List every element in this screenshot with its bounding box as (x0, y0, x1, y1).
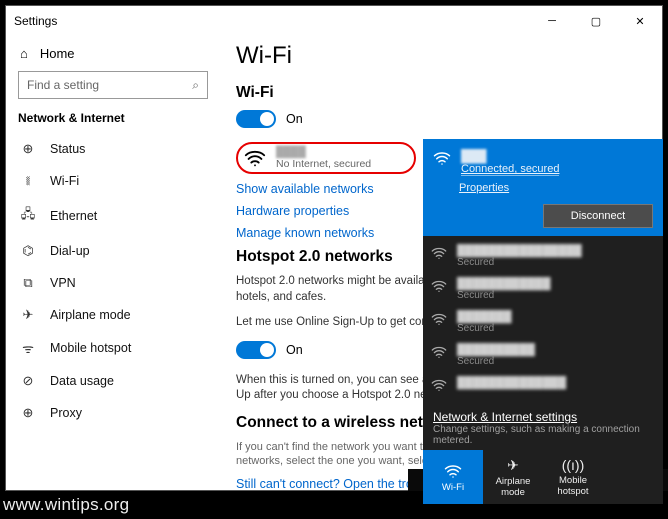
home-label: Home (40, 46, 75, 61)
network-name: ███████ (457, 311, 512, 323)
maximize-button[interactable]: ▢ (574, 6, 618, 36)
flyout-status: Connected, secured (461, 163, 559, 176)
flyout-settings-sub: Change settings, such as making a connec… (433, 424, 653, 446)
wifi-toggle[interactable] (236, 110, 276, 128)
current-ssid: ████ (276, 146, 371, 158)
sidebar-home[interactable]: ⌂ Home (18, 40, 208, 71)
nav-icon: ⧉ (20, 275, 36, 291)
network-name: ██████████ (457, 344, 535, 356)
watermark: www.wintips.org (3, 495, 129, 515)
hotspot-toggle[interactable] (236, 341, 276, 359)
wifi-icon (431, 278, 447, 294)
search-input[interactable]: Find a setting ⌕ (18, 71, 208, 99)
airplane-icon: ✈ (507, 457, 519, 474)
home-icon: ⌂ (20, 46, 28, 61)
nav-label: Airplane mode (50, 308, 131, 322)
flyout-tiles: Wi-Fi ✈ Airplane mode ((ı)) Mobile hotsp… (423, 450, 663, 504)
tile-label: Wi-Fi (442, 482, 464, 493)
wifi-icon (244, 147, 266, 169)
network-security: Secured (457, 257, 582, 268)
flyout-network-item[interactable]: ██████████████ (429, 372, 657, 398)
search-icon: ⌕ (192, 78, 199, 93)
wifi-icon (433, 149, 451, 167)
tile-hotspot[interactable]: ((ı)) Mobile hotspot (543, 450, 603, 504)
flyout-connected[interactable]: ███ Connected, secured Properties Discon… (423, 139, 663, 236)
tile-label: Airplane mode (483, 476, 543, 498)
tile-empty (603, 450, 663, 504)
sidebar-item-airplane-mode[interactable]: ✈ Airplane mode (18, 299, 208, 331)
sidebar-section-title: Network & Internet (18, 111, 208, 125)
flyout-settings-link[interactable]: Network & Internet settings Change setti… (423, 404, 663, 450)
sidebar-item-proxy[interactable]: ⊕ Proxy (18, 397, 208, 429)
sidebar-item-status[interactable]: ⊕ Status (18, 133, 208, 165)
nav-label: Status (50, 142, 85, 156)
nav-icon: ⧛ (20, 173, 36, 189)
network-name: ████████████ (457, 278, 551, 290)
nav-icon: 🖧 (20, 205, 36, 227)
flyout-network-item[interactable]: ███████Secured (429, 306, 657, 339)
nav-label: Dial-up (50, 244, 90, 258)
nav-label: Data usage (50, 374, 114, 388)
wifi-icon (431, 245, 447, 261)
network-security: Secured (457, 323, 512, 334)
flyout-network-item[interactable]: ██████████Secured (429, 339, 657, 372)
sidebar-item-ethernet[interactable]: 🖧 Ethernet (18, 197, 208, 235)
search-placeholder: Find a setting (27, 78, 99, 92)
current-status: No Internet, secured (276, 158, 371, 170)
network-security: Secured (457, 290, 551, 301)
wifi-heading: Wi-Fi (236, 84, 638, 102)
wifi-toggle-row: On (236, 110, 638, 128)
page-title: Wi-Fi (236, 42, 638, 70)
nav-icon: ᯤ (20, 339, 36, 357)
nav-label: Mobile hotspot (50, 341, 131, 355)
network-security: Secured (457, 356, 535, 367)
flyout-network-list: ████████████████Secured████████████Secur… (423, 236, 663, 404)
nav-label: Ethernet (50, 209, 97, 223)
titlebar: Settings ─ ▢ ✕ (6, 6, 662, 36)
network-flyout: ███ Connected, secured Properties Discon… (423, 139, 663, 504)
nav-icon: ⌬ (20, 243, 36, 259)
nav-label: Wi-Fi (50, 174, 79, 188)
flyout-network-item[interactable]: ████████████████Secured (429, 240, 657, 273)
wifi-toggle-label: On (286, 112, 303, 126)
flyout-settings-title: Network & Internet settings (433, 410, 653, 424)
tile-wifi[interactable]: Wi-Fi (423, 450, 483, 504)
window-title: Settings (14, 14, 530, 28)
sidebar-item-dial-up[interactable]: ⌬ Dial-up (18, 235, 208, 267)
sidebar: ⌂ Home Find a setting ⌕ Network & Intern… (6, 36, 216, 490)
hotspot-toggle-label: On (286, 343, 303, 357)
tile-label: Mobile hotspot (543, 475, 603, 497)
settings-window: Settings ─ ▢ ✕ ⌂ Home Find a setting ⌕ N… (5, 5, 663, 491)
wifi-icon (431, 344, 447, 360)
flyout-network-item[interactable]: ████████████Secured (429, 273, 657, 306)
current-network-card[interactable]: ████ No Internet, secured (236, 142, 416, 174)
nav-icon: ⊕ (20, 141, 36, 157)
wifi-icon (431, 377, 447, 393)
sidebar-item-vpn[interactable]: ⧉ VPN (18, 267, 208, 299)
wifi-icon (431, 311, 447, 327)
flyout-properties-link[interactable]: Properties (459, 182, 509, 194)
window-controls: ─ ▢ ✕ (530, 6, 662, 36)
network-name: ████████████████ (457, 245, 582, 257)
nav-label: VPN (50, 276, 76, 290)
nav-icon: ⊘ (20, 373, 36, 389)
network-name: ██████████████ (457, 377, 566, 389)
sidebar-item-wi-fi[interactable]: ⧛ Wi-Fi (18, 165, 208, 197)
sidebar-item-mobile-hotspot[interactable]: ᯤ Mobile hotspot (18, 331, 208, 365)
flyout-ssid: ███ (461, 149, 559, 163)
hotspot-icon: ((ı)) (562, 457, 585, 473)
sidebar-item-data-usage[interactable]: ⊘ Data usage (18, 365, 208, 397)
tile-airplane[interactable]: ✈ Airplane mode (483, 450, 543, 504)
nav-icon: ✈ (20, 307, 36, 323)
close-button[interactable]: ✕ (618, 6, 662, 36)
nav-icon: ⊕ (20, 405, 36, 421)
nav-label: Proxy (50, 406, 82, 420)
minimize-button[interactable]: ─ (530, 6, 574, 36)
disconnect-button[interactable]: Disconnect (543, 204, 653, 228)
wifi-icon (444, 462, 462, 480)
